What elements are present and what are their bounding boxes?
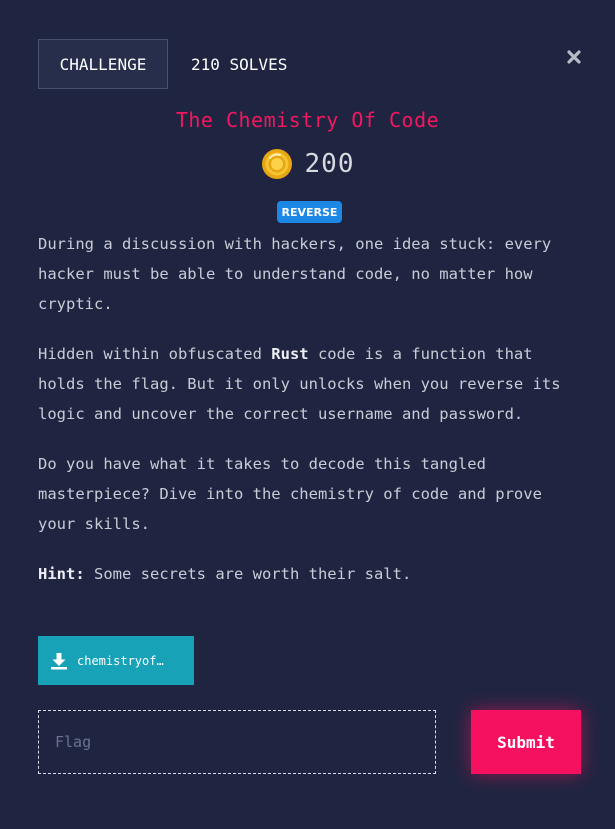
coin-icon <box>261 149 292 179</box>
close-button[interactable] <box>563 46 585 68</box>
close-icon <box>567 50 581 64</box>
challenge-description: During a discussion with hackers, one id… <box>38 229 583 609</box>
description-paragraph: During a discussion with hackers, one id… <box>38 235 552 313</box>
hint-label: Hint: <box>38 565 85 583</box>
hint-paragraph: Hint: Some secrets are worth their salt. <box>38 559 583 589</box>
description-paragraph: Hidden within obfuscated Rust code is a … <box>38 345 561 423</box>
file-download-button[interactable]: chemistryof… <box>38 636 194 685</box>
points-row: 200 <box>0 148 615 180</box>
challenge-title: The Chemistry Of Code <box>175 108 440 132</box>
download-icon <box>51 652 67 669</box>
challenge-points: 200 <box>304 149 355 179</box>
file-name: chemistryof… <box>77 653 164 668</box>
description-paragraph: Do you have what it takes to decode this… <box>38 455 542 533</box>
category-badge: REVERSE <box>277 201 342 223</box>
language-name: Rust <box>271 345 309 363</box>
tab-solves[interactable]: 210 SOLVES <box>191 39 287 89</box>
tab-challenge[interactable]: CHALLENGE <box>38 39 168 89</box>
submit-button[interactable]: Submit <box>471 710 581 774</box>
hint-text: Some secrets are worth their salt. <box>84 565 412 583</box>
flag-input[interactable] <box>38 710 436 774</box>
